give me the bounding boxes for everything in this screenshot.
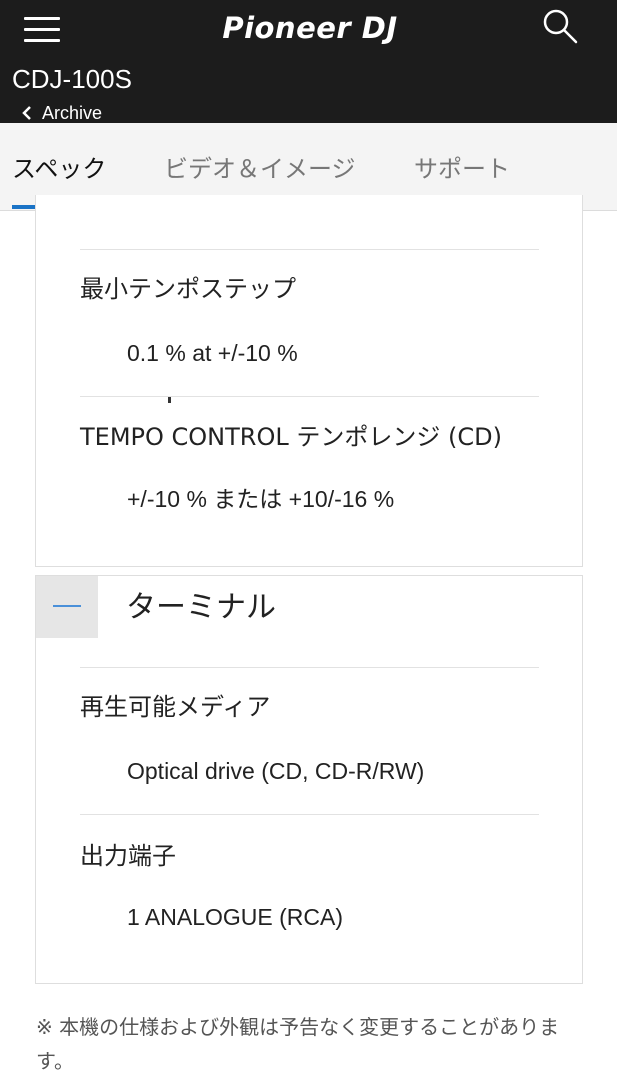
minus-icon	[53, 605, 81, 607]
spec-label-playable-media: 再生可能メディア	[80, 693, 271, 721]
spec-label-output-terminal: 出力端子	[80, 842, 176, 870]
cut-off-text	[166, 391, 174, 405]
search-icon[interactable]	[540, 8, 580, 48]
divider	[80, 249, 539, 250]
collapse-button[interactable]	[36, 576, 98, 638]
tab-support[interactable]: サポート	[414, 151, 510, 187]
spec-value-playable-media: Optical drive (CD, CD-R/RW)	[127, 758, 425, 784]
back-link-label: Archive	[42, 103, 103, 123]
spec-section-previous: 最小テンポステップ 0.1 % at +/-10 % TEMPO CONTROL…	[35, 195, 583, 567]
spec-value-output-terminal: 1 ANALOGUE (RCA)	[127, 904, 343, 930]
spec-section-terminal: ターミナル 再生可能メディア Optical drive (CD, CD-R/R…	[35, 575, 583, 984]
spec-label-min-tempo-step: 最小テンポステップ	[80, 275, 296, 303]
chevron-left-icon	[22, 106, 31, 120]
tab-video-image[interactable]: ビデオ＆イメージ	[164, 151, 356, 187]
tab-spec[interactable]: スペック	[12, 151, 106, 187]
spec-value-min-tempo-step: 0.1 % at +/-10 %	[127, 340, 298, 366]
divider	[80, 396, 539, 397]
brand-logo[interactable]: Pioneer DJ	[200, 6, 420, 50]
spec-value-tempo-range: +/-10 % または +10/-16 %	[127, 486, 395, 512]
site-header: Pioneer DJ CDJ-100S Archive	[0, 0, 617, 123]
disclaimer-note: ※ 本機の仕様および外観は予告なく変更することがあります。	[36, 1015, 560, 1073]
page-title: CDJ-100S	[12, 64, 132, 94]
menu-icon[interactable]	[24, 16, 62, 44]
section-title-terminal: ターミナル	[126, 590, 276, 625]
divider	[80, 814, 539, 815]
spec-label-tempo-range: TEMPO CONTROL テンポレンジ (CD)	[80, 423, 502, 451]
divider	[80, 667, 539, 668]
archive-back-link[interactable]: Archive	[20, 102, 102, 124]
